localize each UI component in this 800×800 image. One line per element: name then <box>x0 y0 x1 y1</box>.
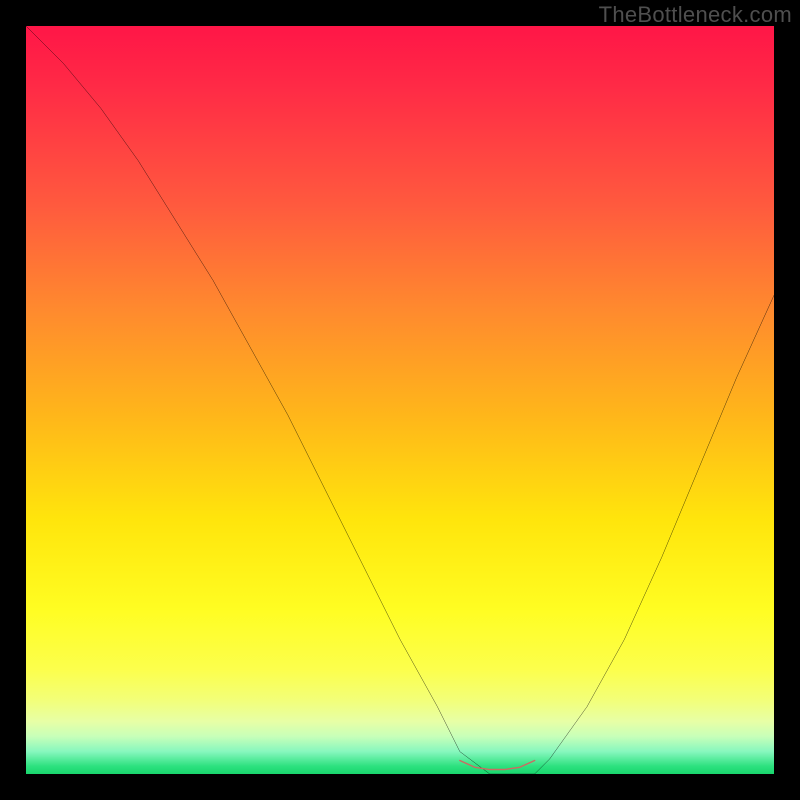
curve-svg <box>26 26 774 774</box>
watermark-text: TheBottleneck.com <box>599 2 792 28</box>
plot-area <box>26 26 774 774</box>
curve-group <box>26 26 774 774</box>
bottleneck-curve-path <box>26 26 774 774</box>
chart-frame: TheBottleneck.com <box>0 0 800 800</box>
valley-highlight-path <box>460 761 535 770</box>
